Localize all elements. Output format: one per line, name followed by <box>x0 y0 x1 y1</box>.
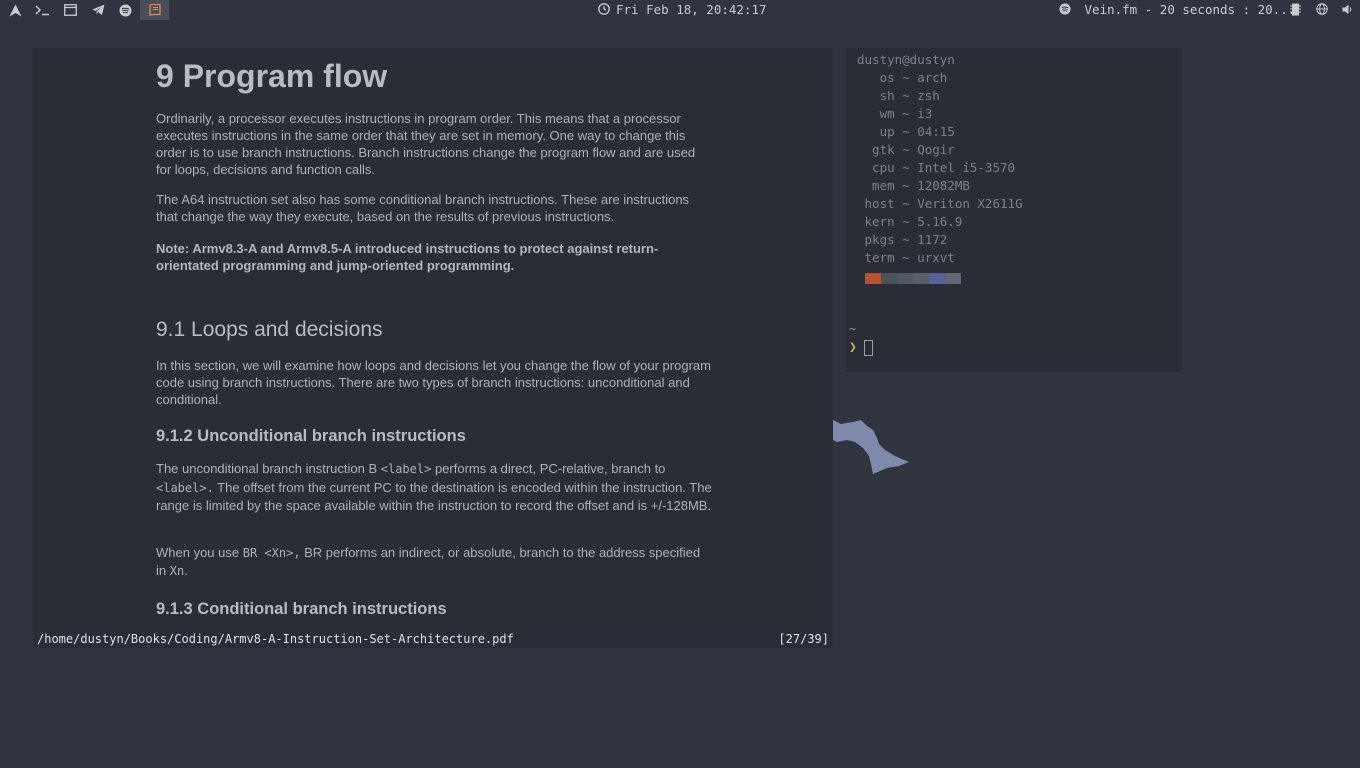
fetch-line: host ~ Veriton X2611G <box>857 196 1023 211</box>
terminal-icon[interactable] <box>29 0 55 20</box>
palette-swatch <box>913 273 929 284</box>
now-playing-text: Vein.fm - 20 seconds : 20... <box>1084 2 1296 17</box>
paragraph-5: When you use BR <Xn>, BR performs an ind… <box>156 544 712 580</box>
memory-icon[interactable] <box>1290 0 1301 20</box>
section-heading: 9.1 Loops and decisions <box>156 318 383 341</box>
fetch-line: os ~ arch <box>857 70 948 85</box>
terminal-window[interactable]: dustyn@dustyn os ~ arch sh ~ zsh wm ~ i3… <box>846 48 1182 372</box>
telegram-icon[interactable] <box>85 0 111 20</box>
palette-swatch <box>929 273 945 284</box>
subsection-heading-conditional: 9.1.3 Conditional branch instructions <box>156 600 447 618</box>
clock[interactable]: Fri Feb 18, 20:42:17 <box>598 0 767 20</box>
window-icon[interactable] <box>57 0 83 20</box>
fetch-line: sh ~ zsh <box>857 88 940 103</box>
spotify-icon <box>1059 2 1079 17</box>
code-br: BR <Xn>, <box>242 546 301 560</box>
fetch-line: wm ~ i3 <box>857 106 933 121</box>
terminal-cursor[interactable] <box>864 340 873 356</box>
code-label: <label>. <box>156 480 214 495</box>
wallpaper-shape <box>833 420 909 474</box>
chapter-heading: 9 Program flow <box>156 58 388 94</box>
arch-logo-icon[interactable] <box>2 0 28 20</box>
text-run: . <box>184 563 188 578</box>
paragraph-3: In this section, we will examine how loo… <box>156 358 711 407</box>
fetch-header: dustyn@dustyn <box>857 52 955 67</box>
text-run: performs a direct, PC-relative, branch t… <box>431 461 666 476</box>
book-icon[interactable] <box>140 0 169 20</box>
palette-swatch <box>881 273 897 284</box>
palette-swatch <box>897 273 913 284</box>
paragraph-1: Ordinarily, a processor executes instruc… <box>156 111 696 177</box>
clock-icon <box>598 0 610 20</box>
paragraph-2: The A64 instruction set also has some co… <box>156 192 690 224</box>
color-palette <box>865 273 961 284</box>
clock-text: Fri Feb 18, 20:42:17 <box>616 2 767 17</box>
note-paragraph: Note: Armv8.3-A and Armv8.5-A introduced… <box>156 241 659 273</box>
fetch-line: mem ~ 12082MB <box>857 178 970 193</box>
volume-icon[interactable] <box>1342 0 1353 20</box>
pdf-statusbar: /home/dustyn/Books/Coding/Armv8-A-Instru… <box>33 630 833 648</box>
network-icon[interactable] <box>1316 0 1328 20</box>
fetch-line: kern ~ 5.16.9 <box>857 214 963 229</box>
text-run: When you use <box>156 545 243 560</box>
text-run: The unconditional branch instruction B <box>156 461 381 476</box>
code-xn: Xn <box>169 564 185 578</box>
subsection-heading-unconditional: 9.1.2 Unconditional branch instructions <box>156 427 466 445</box>
file-path: /home/dustyn/Books/Coding/Armv8-A-Instru… <box>37 632 514 646</box>
paragraph-4: The unconditional branch instruction B <… <box>156 460 712 515</box>
text-run: The offset from the current PC to the de… <box>156 479 712 514</box>
top-bar: Fri Feb 18, 20:42:17 Vein.fm - 20 second… <box>0 0 1360 20</box>
fetch-line: cpu ~ Intel i5-3570 <box>857 160 1016 175</box>
palette-swatch <box>865 273 881 284</box>
fetch-line: pkgs ~ 1172 <box>857 232 948 247</box>
fetch-line: gtk ~ Qogir <box>857 142 955 157</box>
fetch-line: term ~ urxvt <box>857 250 955 265</box>
code-label: <label> <box>380 462 432 476</box>
prompt-arrow-icon: ❯ <box>849 340 857 355</box>
fetch-line: up ~ 04:15 <box>857 124 955 139</box>
palette-swatch <box>945 273 961 284</box>
pdf-viewer-window[interactable]: 9 Program flow Ordinarily, a processor e… <box>33 48 833 648</box>
now-playing[interactable]: Vein.fm - 20 seconds : 20... <box>1059 0 1295 20</box>
spotify-icon[interactable] <box>112 0 138 20</box>
prompt-directory: ~ <box>849 322 857 336</box>
page-indicator: [27/39] <box>778 632 829 646</box>
